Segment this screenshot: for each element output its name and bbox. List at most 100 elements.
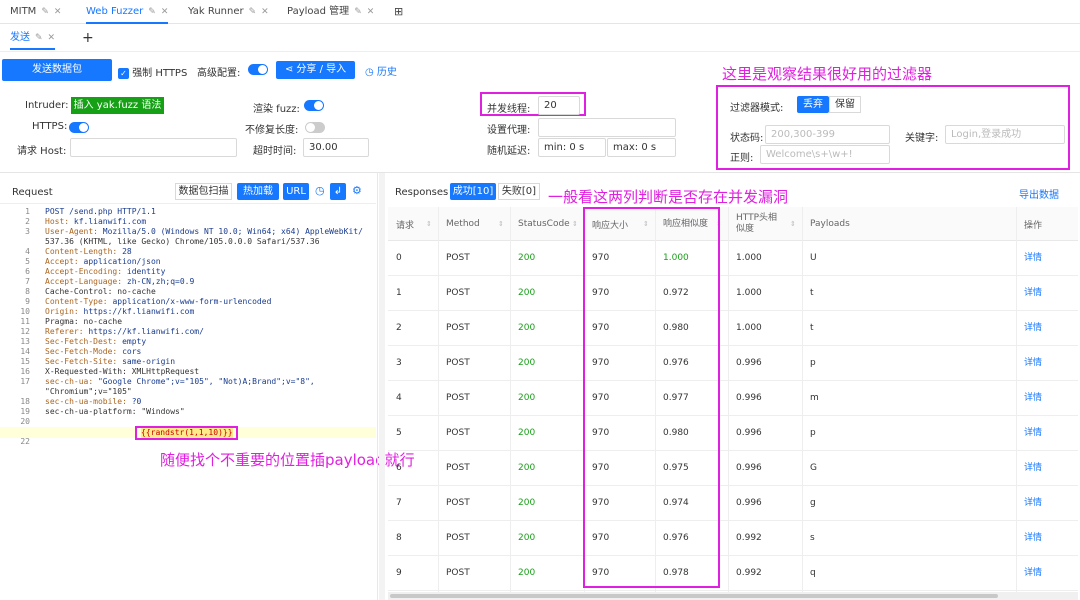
- export-data-link[interactable]: 导出数据: [1019, 186, 1059, 201]
- table-row[interactable]: 3 POST 200 970 0.976 0.996 p 详情: [388, 346, 1078, 381]
- table-cell: U: [810, 253, 817, 263]
- splitter-handle[interactable]: [379, 173, 385, 600]
- details-link[interactable]: 详情: [1024, 346, 1042, 381]
- table-cell: 200: [518, 288, 536, 298]
- new-window-icon[interactable]: ⊞: [394, 0, 403, 24]
- history-button[interactable]: ◷ 历史: [365, 63, 397, 78]
- tab-web-fuzzer[interactable]: Web Fuzzer ✎ ✕: [86, 0, 169, 24]
- fail-tab[interactable]: 失败[0]: [498, 183, 540, 200]
- tab-payload[interactable]: Payload 管理 ✎ ✕: [287, 0, 374, 24]
- details-link[interactable]: 详情: [1024, 381, 1042, 416]
- filter-mode-label: 过滤器模式:: [730, 103, 784, 114]
- code-text: Content-Length: 28: [45, 247, 132, 256]
- gear-icon[interactable]: ⚙: [352, 184, 362, 197]
- table-row[interactable]: 4 POST 200 970 0.977 0.996 m 详情: [388, 381, 1078, 416]
- proxy-input[interactable]: [538, 118, 676, 137]
- responses-title: Responses: [395, 187, 449, 198]
- column-header[interactable]: Method: [446, 207, 480, 241]
- code-text: Accept-Encoding: identity: [45, 267, 166, 276]
- details-link[interactable]: 详情: [1024, 276, 1042, 311]
- code-text: Pragma: no-cache: [45, 317, 123, 326]
- sub-tab-send[interactable]: 发送 ✎ ✕: [10, 26, 56, 50]
- tab-yak-runner[interactable]: Yak Runner ✎ ✕: [188, 0, 269, 24]
- code-text: Sec-Fetch-Site: same-origin: [45, 357, 176, 366]
- code-text: Content-Type: application/x-www-form-url…: [45, 297, 272, 306]
- table-row[interactable]: 1 POST 200 970 0.972 1.000 t 详情: [388, 276, 1078, 311]
- sort-icon[interactable]: ⇕: [790, 207, 796, 241]
- no-repair-length-toggle[interactable]: [305, 122, 325, 134]
- table-cell: 1: [396, 288, 402, 298]
- sort-icon[interactable]: ⇕: [572, 207, 578, 241]
- column-header[interactable]: StatusCode: [518, 207, 570, 241]
- table-cell: 200: [518, 568, 536, 578]
- column-header[interactable]: 操作: [1024, 207, 1042, 241]
- delay-min-input[interactable]: min: 0 s: [538, 138, 606, 157]
- send-button[interactable]: 发送数据包: [2, 59, 112, 81]
- details-link[interactable]: 详情: [1024, 241, 1042, 276]
- table-row[interactable]: 8 POST 200 970 0.976 0.992 s 详情: [388, 521, 1078, 556]
- edit-icon[interactable]: ✎: [148, 7, 156, 17]
- edit-icon[interactable]: ✎: [354, 7, 362, 17]
- render-fuzz-toggle[interactable]: [304, 100, 324, 112]
- https-label: HTTPS:: [32, 121, 68, 132]
- close-icon[interactable]: ✕: [54, 7, 62, 17]
- packet-scan-button[interactable]: 数据包扫描: [175, 183, 232, 200]
- timeout-input[interactable]: 30.00: [303, 138, 369, 157]
- hotload-button[interactable]: 热加载: [237, 183, 279, 200]
- enter-icon[interactable]: ↲: [330, 183, 346, 200]
- edit-icon[interactable]: ✎: [35, 33, 43, 43]
- delay-max-input[interactable]: max: 0 s: [607, 138, 676, 157]
- details-link[interactable]: 详情: [1024, 451, 1042, 486]
- table-header: 请求 ⇕ Method ⇕ StatusCode ⇕ 响应大小 ⇕ 响应相似度 ⇕ HTTP头相似度…: [388, 207, 1078, 241]
- table-row[interactable]: 7 POST 200 970 0.974 0.996 g 详情: [388, 486, 1078, 521]
- column-header[interactable]: 请求: [396, 207, 414, 241]
- sort-icon[interactable]: ⇕: [426, 207, 432, 241]
- column-header[interactable]: Payloads: [810, 207, 850, 241]
- success-tab[interactable]: 成功[10]: [450, 183, 496, 200]
- code-text: X-Requested-With: XMLHttpRequest: [45, 367, 200, 376]
- keyword-input[interactable]: Login,登录成功: [945, 125, 1065, 144]
- table-cell: POST: [446, 533, 470, 543]
- details-link[interactable]: 详情: [1024, 311, 1042, 346]
- request-host-input[interactable]: [70, 138, 237, 157]
- sub-tab-bar: 发送 ✎ ✕ +: [0, 26, 1080, 52]
- table-cell: 200: [518, 358, 536, 368]
- details-link[interactable]: 详情: [1024, 416, 1042, 451]
- sort-icon[interactable]: ⇕: [498, 207, 504, 241]
- table-row[interactable]: 5 POST 200 970 0.980 0.996 p 详情: [388, 416, 1078, 451]
- status-code-input[interactable]: 200,300-399: [765, 125, 890, 144]
- edit-icon[interactable]: ✎: [41, 7, 49, 17]
- payload-fuzz-tag[interactable]: {{randstr(1,1,10)}}: [141, 428, 233, 438]
- https-toggle[interactable]: [69, 122, 89, 134]
- responses-table: 请求 ⇕ Method ⇕ StatusCode ⇕ 响应大小 ⇕ 响应相似度 ⇕ HTTP头相似度…: [388, 207, 1078, 593]
- table-row[interactable]: 6 POST 200 970 0.975 0.996 G 详情: [388, 451, 1078, 486]
- details-link[interactable]: 详情: [1024, 556, 1042, 591]
- close-icon[interactable]: ✕: [48, 33, 56, 43]
- column-header[interactable]: HTTP头相似度: [736, 207, 781, 241]
- threads-input[interactable]: 20: [538, 96, 580, 115]
- keep-button[interactable]: 保留: [829, 96, 861, 113]
- table-cell: m: [810, 393, 819, 403]
- advanced-toggle[interactable]: [248, 64, 268, 76]
- details-link[interactable]: 详情: [1024, 521, 1042, 556]
- table-row[interactable]: 2 POST 200 970 0.980 1.000 t 详情: [388, 311, 1078, 346]
- horizontal-scrollbar[interactable]: [388, 592, 1078, 600]
- add-tab-button[interactable]: +: [82, 26, 94, 50]
- table-row[interactable]: 0 POST 200 970 1.000 1.000 U 详情: [388, 241, 1078, 276]
- discard-button[interactable]: 丢弃: [797, 96, 829, 113]
- tab-mitm[interactable]: MITM ✎ ✕: [10, 0, 61, 24]
- force-https-checkbox[interactable]: ✓ 强制 HTTPS: [118, 64, 187, 79]
- url-button[interactable]: URL: [283, 183, 309, 200]
- edit-icon[interactable]: ✎: [249, 7, 257, 17]
- details-link[interactable]: 详情: [1024, 486, 1042, 521]
- regex-input[interactable]: Welcome\s+\w+!: [760, 145, 890, 164]
- history-icon[interactable]: ◷: [315, 184, 325, 197]
- table-cell: t: [810, 323, 814, 333]
- table-row[interactable]: 9 POST 200 970 0.978 0.992 q 详情: [388, 556, 1078, 591]
- share-import-button[interactable]: ⋖ 分享 / 导入: [276, 61, 355, 79]
- close-icon[interactable]: ✕: [367, 7, 375, 17]
- close-icon[interactable]: ✕: [261, 7, 269, 17]
- insert-fuzz-button[interactable]: 插入 yak.fuzz 语法: [71, 97, 164, 114]
- close-icon[interactable]: ✕: [161, 7, 169, 17]
- code-text: POST /send.php HTTP/1.1: [45, 207, 156, 216]
